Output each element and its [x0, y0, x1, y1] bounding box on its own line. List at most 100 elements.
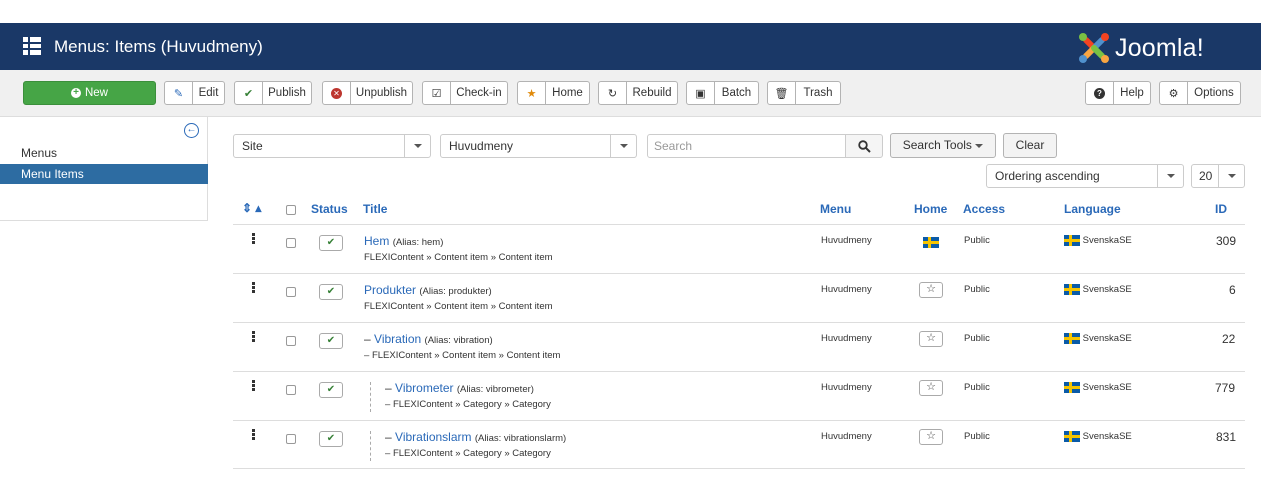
set-home-star-icon[interactable]: ☆ [919, 429, 943, 445]
collapse-sidebar-icon[interactable]: ← [184, 123, 199, 138]
sidebar-item-menus[interactable]: Menus [0, 143, 208, 163]
unpublish-icon: ✕ [323, 82, 351, 104]
item-menu: Huvudmeny [821, 431, 872, 442]
search-tools-button[interactable]: Search Tools [890, 133, 996, 158]
item-access: Public [964, 382, 990, 393]
level-prefix: – [364, 350, 370, 361]
help-button[interactable]: ? Help [1085, 81, 1151, 105]
new-label: New [84, 87, 108, 99]
item-type: FLEXIContent » Content item » Content it… [364, 301, 553, 312]
row-checkbox[interactable] [286, 238, 296, 248]
drag-handle-icon[interactable] [252, 380, 256, 392]
select-all-checkbox[interactable] [286, 205, 296, 215]
item-title-link[interactable]: Hem [364, 234, 389, 248]
item-title-link[interactable]: Vibrationslarm [395, 430, 471, 444]
new-button[interactable]: + New [23, 81, 156, 105]
edit-button[interactable]: ✎ Edit [164, 81, 225, 105]
published-toggle[interactable]: ✔ [319, 382, 343, 398]
site-select[interactable]: Site [233, 134, 431, 158]
trash-button[interactable]: 🗑 Trash [767, 81, 841, 105]
item-type: FLEXIContent » Content item » Content it… [364, 252, 553, 263]
table-row[interactable]: ✔ – Vibrationslarm (Alias: vibrationslar… [233, 420, 1245, 469]
item-menu: Huvudmeny [821, 235, 872, 246]
table-row[interactable]: ✔ – Vibrometer (Alias: vibrometer) – FLE… [233, 371, 1245, 420]
chevron-down-icon [1157, 165, 1183, 187]
home-button[interactable]: ★ Home [517, 81, 590, 105]
set-home-star-icon[interactable]: ☆ [919, 380, 943, 396]
column-home[interactable]: Home [914, 202, 947, 216]
drag-handle-icon[interactable] [252, 331, 256, 343]
set-home-star-icon[interactable]: ☆ [919, 331, 943, 347]
ordering-select[interactable]: Ordering ascending [986, 164, 1184, 188]
clear-button[interactable]: Clear [1003, 133, 1057, 158]
sort-ordering-icon[interactable]: ⇕ ▴ [242, 201, 261, 215]
column-menu[interactable]: Menu [820, 202, 851, 216]
home-flag-icon[interactable] [923, 235, 939, 249]
batch-button[interactable]: ▣ Batch [686, 81, 759, 105]
item-title-link[interactable]: Vibration [374, 332, 421, 346]
item-menu: Huvudmeny [821, 284, 872, 295]
options-button[interactable]: ⚙ Options [1159, 81, 1241, 105]
item-menu: Huvudmeny [821, 333, 872, 344]
item-type: FLEXIContent » Content item » Content it… [371, 350, 561, 361]
column-id[interactable]: ID [1215, 202, 1227, 216]
check-icon: ✔ [326, 433, 336, 444]
item-access: Public [964, 431, 990, 442]
item-id: 309 [1216, 234, 1237, 248]
column-title[interactable]: Title [363, 202, 387, 216]
level-prefix: – [364, 332, 371, 346]
check-icon: ✔ [326, 335, 336, 346]
chevron-down-icon [1218, 165, 1244, 187]
item-id: 779 [1215, 381, 1236, 395]
chevron-down-icon [404, 135, 430, 157]
row-checkbox[interactable] [286, 434, 296, 444]
rebuild-button[interactable]: ↻ Rebuild [598, 81, 678, 105]
drag-handle-icon[interactable] [252, 233, 256, 245]
search-input[interactable]: Search [647, 134, 847, 158]
gear-icon: ⚙ [1160, 82, 1188, 104]
limit-select[interactable]: 20 [1191, 164, 1245, 188]
set-home-star-icon[interactable]: ☆ [919, 282, 943, 298]
published-toggle[interactable]: ✔ [319, 284, 343, 300]
item-title-link[interactable]: Vibrometer [395, 381, 453, 395]
column-status[interactable]: Status [311, 202, 348, 216]
search-button[interactable] [845, 134, 883, 158]
joomla-logo-icon [1079, 33, 1109, 63]
star-icon: ★ [518, 82, 546, 104]
sidebar-item-menu-items[interactable]: Menu Items [0, 164, 208, 184]
drag-handle-icon[interactable] [252, 282, 256, 294]
tree-guide-line [370, 382, 371, 412]
plus-icon: + [70, 88, 81, 98]
chevron-down-icon [610, 135, 636, 157]
menu-select[interactable]: Huvudmeny [440, 134, 637, 158]
search-icon [857, 139, 871, 153]
checkin-button[interactable]: ☑ Check-in [422, 81, 508, 105]
item-type: FLEXIContent » Category » Category [392, 448, 551, 459]
published-toggle[interactable]: ✔ [319, 333, 343, 349]
row-checkbox[interactable] [286, 336, 296, 346]
sidebar: ← Menus Menu Items [0, 117, 208, 221]
menu-list-icon [23, 37, 41, 55]
table-row[interactable]: ✔ Hem (Alias: hem) FLEXIContent » Conten… [233, 224, 1245, 273]
item-menu: Huvudmeny [821, 382, 872, 393]
edit-icon: ✎ [165, 82, 193, 104]
joomla-logo[interactable]: Joomla! [1077, 31, 1247, 65]
publish-button[interactable]: ✔ Publish [234, 81, 312, 105]
drag-handle-icon[interactable] [252, 429, 256, 441]
item-id: 831 [1216, 430, 1237, 444]
check-icon: ✔ [326, 237, 336, 248]
unpublish-button[interactable]: ✕ Unpublish [322, 81, 413, 105]
row-checkbox[interactable] [286, 385, 296, 395]
table-row[interactable]: ✔ – Vibration (Alias: vibration) – FLEXI… [233, 322, 1245, 371]
sweden-flag-icon [1064, 382, 1080, 393]
item-title-link[interactable]: Produkter [364, 283, 416, 297]
page-title: Menus: Items (Huvudmeny) [54, 37, 263, 56]
row-checkbox[interactable] [286, 287, 296, 297]
sweden-flag-icon [1064, 284, 1080, 295]
published-toggle[interactable]: ✔ [319, 235, 343, 251]
table-row[interactable]: ✔ Produkter (Alias: produkter) FLEXICont… [233, 273, 1245, 322]
column-language[interactable]: Language [1064, 202, 1121, 216]
published-toggle[interactable]: ✔ [319, 431, 343, 447]
app-header: Menus: Items (Huvudmeny) Joomla! [0, 23, 1261, 70]
column-access[interactable]: Access [963, 202, 1005, 216]
